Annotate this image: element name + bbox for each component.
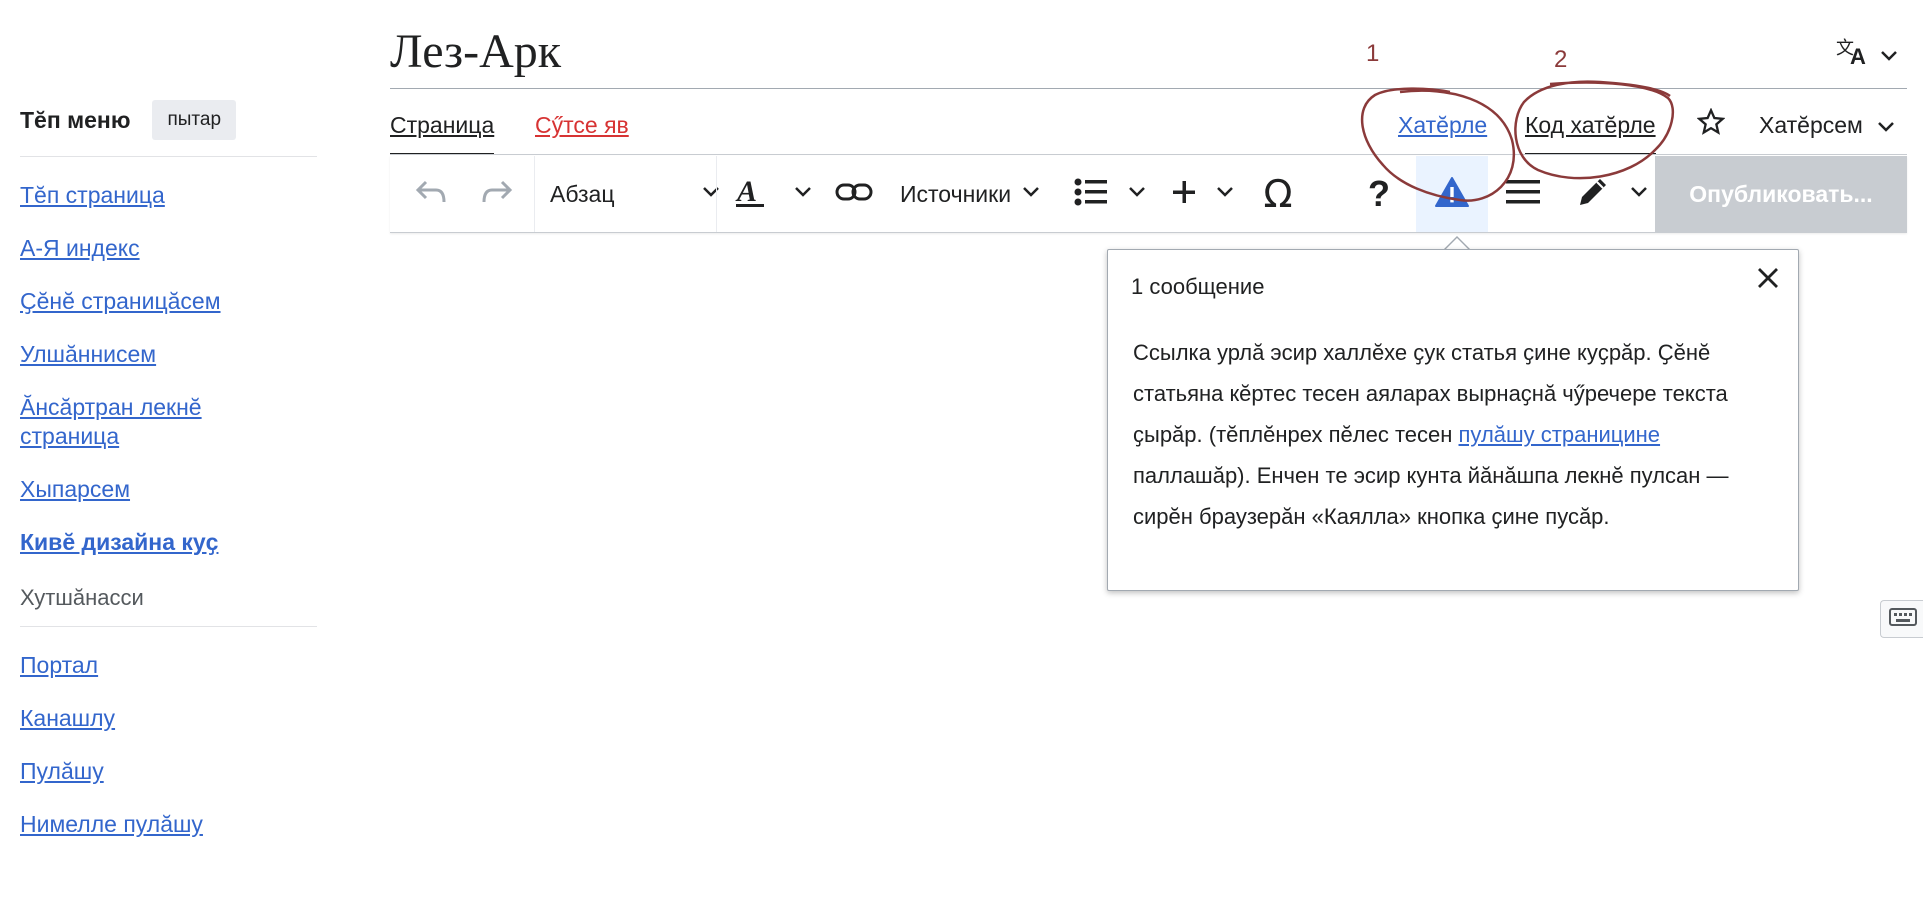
sidebar-item-old-design: Кивӗ дизайна куҫ [20, 528, 317, 557]
sidebar-item-new-pages: Ҫӗнӗ страницӑсем [20, 287, 317, 316]
bullet-list-icon [1074, 178, 1108, 211]
sidebar-item-index: А-Я индекс [20, 234, 317, 263]
watch-star-icon[interactable] [1696, 107, 1726, 144]
undo-button[interactable] [408, 156, 454, 232]
page-title: Лез-Арк [390, 25, 562, 78]
pencil-icon [1576, 175, 1610, 214]
plus-icon [1172, 180, 1196, 209]
chevron-down-icon [794, 185, 812, 203]
svg-text:A: A [735, 175, 757, 208]
sidebar-item-german-help: Нимелле пулӑшу [20, 810, 317, 839]
sidebar-link-index[interactable]: А-Я индекс [20, 235, 140, 261]
main-menu-header: Тӗп меню пытар [20, 98, 317, 157]
chevron-down-icon [1128, 185, 1146, 203]
chevron-down-icon [1880, 42, 1898, 68]
question-mark-icon: ? [1368, 173, 1390, 214]
undo-icon [414, 178, 448, 211]
popup-title: 1 сообщение [1131, 274, 1265, 299]
chevron-down-icon [1022, 185, 1040, 203]
translate-icon: 文 A [1836, 36, 1872, 74]
tab-talk[interactable]: Сӳтсе яв [535, 112, 629, 153]
chevron-down-icon [702, 185, 720, 203]
notices-popup: 1 сообщение Ссылка урлӑ эсир халлӗхе ҫук… [1107, 249, 1799, 591]
chevron-down-icon [1216, 185, 1234, 203]
sidebar-item-random-page: Ӑнсӑртран лекнӗ страница [20, 393, 317, 451]
list-dropdown[interactable] [1074, 156, 1146, 232]
sidebar-link-help[interactable]: Пулӑшу [20, 758, 104, 784]
tools-dropdown-label: Хатӗрсем [1759, 112, 1863, 138]
redo-button[interactable] [474, 156, 520, 232]
sources-dropdown[interactable]: Источники [900, 156, 1040, 232]
sidebar-link-news[interactable]: Хыпарсем [20, 476, 130, 502]
keyboard-toggle-button[interactable] [1880, 600, 1923, 638]
sources-label: Источники [900, 180, 1012, 207]
editing-mode-dropdown[interactable] [1576, 156, 1648, 232]
sidebar-link-portal[interactable]: Портал [20, 652, 98, 678]
annotation-number-2: 2 [1554, 46, 1568, 73]
sidebar-item-news: Хыпарсем [20, 475, 317, 504]
redo-icon [480, 178, 514, 211]
sidebar-item-portal: Портал [20, 651, 317, 680]
main-menu-sidebar: Тӗп меню пытар Тӗп страница А-Я индекс Ҫ… [20, 98, 317, 839]
link-button[interactable] [826, 156, 882, 232]
participation-nav-list: Портал Канашлу Пулӑшу Нимелле пулӑшу [20, 651, 317, 839]
insert-dropdown[interactable] [1172, 156, 1234, 232]
hamburger-menu-icon [1506, 179, 1540, 210]
help-page-link[interactable]: пулӑшу страницине [1459, 422, 1661, 447]
popup-message-text-end: паллашӑр). Енчен те эсир кунта йӑнӑшпа л… [1133, 463, 1729, 529]
tab-page[interactable]: Страница [390, 112, 495, 155]
page-options-button[interactable] [1498, 156, 1548, 232]
sidebar-link-main-page[interactable]: Тӗп страница [20, 182, 165, 208]
special-character-button[interactable]: Ω [1252, 156, 1304, 232]
sidebar-item-recent-changes: Улшӑннисем [20, 340, 317, 369]
tools-dropdown[interactable]: Хатӗрсем [1759, 112, 1895, 139]
tabs-divider [390, 154, 1907, 155]
title-divider [390, 88, 1907, 89]
chevron-down-icon [1630, 185, 1648, 203]
paragraph-format-label: Абзац [550, 180, 615, 207]
omega-icon: Ω [1263, 172, 1293, 216]
tab-edit-source[interactable]: Код хатӗрле [1525, 112, 1656, 155]
help-button[interactable]: ? [1356, 156, 1402, 232]
sidebar-item-forum: Канашлу [20, 704, 317, 733]
sidebar-link-german-help[interactable]: Нимелле пулӑшу [20, 811, 203, 837]
main-menu-title: Тӗп меню [20, 106, 131, 133]
text-style-dropdown[interactable]: A [734, 156, 812, 232]
main-nav-list: Тӗп страница А-Я индекс Ҫӗнӗ страницӑсем… [20, 181, 317, 557]
language-button[interactable]: 文 A [1836, 36, 1898, 74]
svg-text:A: A [1850, 44, 1866, 66]
sidebar-link-recent-changes[interactable]: Улшӑннисем [20, 341, 156, 367]
sidebar-item-main-page: Тӗп страница [20, 181, 317, 210]
hide-menu-button[interactable]: пытар [152, 100, 237, 140]
chevron-down-icon [1877, 112, 1895, 139]
close-button[interactable] [1756, 264, 1780, 298]
annotation-number-1: 1 [1366, 40, 1380, 67]
paragraph-format-dropdown[interactable]: Абзац [550, 156, 720, 232]
text-style-icon: A [734, 175, 766, 214]
sidebar-link-old-design[interactable]: Кивӗ дизайна куҫ [20, 529, 218, 555]
popup-message: Ссылка урлӑ эсир халлӗхе ҫук статья ҫине… [1133, 332, 1783, 537]
close-icon [1756, 264, 1780, 297]
toolbar-separator [534, 156, 535, 232]
publish-button[interactable]: Опубликовать... [1655, 156, 1907, 232]
toolbar-separator [716, 156, 717, 232]
participation-section-label: Хутшӑнасси [20, 585, 317, 627]
sidebar-link-new-pages[interactable]: Ҫӗнӗ страницӑсем [20, 288, 221, 314]
link-icon [835, 181, 873, 208]
sidebar-link-random-page[interactable]: Ӑнсӑртран лекнӗ страница [20, 393, 270, 451]
page-tabs: Страница Сӳтсе яв Хатӗрле Код хатӗрле Ха… [390, 107, 1907, 155]
notices-button[interactable] [1416, 156, 1488, 232]
warning-icon [1434, 176, 1470, 213]
tab-edit[interactable]: Хатӗрле [1398, 112, 1487, 153]
sidebar-item-help: Пулӑшу [20, 757, 317, 786]
sidebar-link-forum[interactable]: Канашлу [20, 705, 115, 731]
keyboard-icon [1888, 607, 1917, 631]
editor-toolbar: Абзац A Источники Ω ? Опубликовать... [390, 156, 1907, 233]
